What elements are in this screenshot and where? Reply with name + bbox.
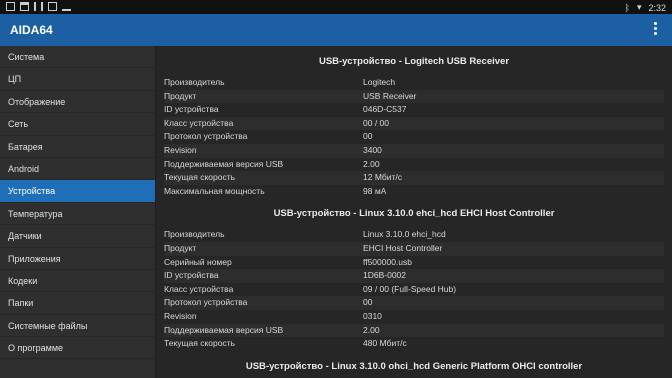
property-row: Серийный номер ff500000.usb [164,256,664,270]
sidebar-item[interactable]: Батарея [0,136,155,158]
property-value: 2.00 [363,324,380,335]
property-row: Текущая скорость 12 Мбит/с [164,171,664,185]
property-table: Производитель Linux 3.10.0 ehci_hcd Продук… [156,226,672,350]
property-name: Revision [164,144,197,155]
property-row: Класс устройства 09 / 00 (Full-Speed Hub) [164,283,664,297]
property-value: 046D-C537 [363,104,407,115]
property-name: Класс устройства [164,117,234,128]
sidebar-item[interactable]: Температура [0,203,155,226]
property-value: USB Receiver [363,90,417,101]
property-name: Максимальная мощность [164,185,265,196]
property-value: 1D6B-0002 [363,270,407,281]
bag-icon [20,2,29,11]
property-row: Поддерживаемая версия USB 2.00 [164,323,664,338]
property-value: Logitech [363,77,396,87]
usb-icon [34,2,43,11]
property-row: Поддерживаемая версия USB 2.00 [164,158,664,172]
property-value: 00 [363,297,373,308]
app-bar: AIDA64 [0,14,672,46]
sidebar: Система ЦП Отображение Сеть Батарея Android Ус… [0,46,155,378]
property-name: Поддерживаемая версия USB [164,158,284,169]
screen-icon [6,2,15,11]
status-time: 2:32 [648,2,666,13]
property-name: Поддерживаемая версия USB [164,324,284,335]
property-name: Текущая скорость [164,172,236,183]
property-row: ID устройства 1D6B-0002 [164,269,664,283]
sidebar-item[interactable]: Устройства [0,180,155,203]
property-value: 00 / 00 [363,117,389,128]
sidebar-item[interactable]: Кодеки [0,270,155,293]
property-value: 2.00 [363,158,380,169]
property-value: 0310 [363,310,382,321]
property-value: EHCI Host Controller [363,242,443,253]
property-name: Производитель [164,229,225,240]
property-value: 3400 [363,144,382,155]
property-name: Производитель [164,77,225,87]
property-name: Протокол устройства [164,131,248,142]
property-row: ID устройства 046D-C537 [164,103,664,117]
sidebar-item[interactable]: Android [0,158,155,181]
section-title: USB-устройство - Linux 3.10.0 ehci_hcd E… [273,208,555,220]
status-bar: ᛒ ▾ 2:32 [0,0,672,14]
overflow-menu-icon[interactable] [652,22,658,38]
sidebar-item[interactable]: Папки [0,292,155,315]
property-name: Текущая скорость [164,338,236,349]
property-name: Класс устройства [164,283,234,294]
property-name: ID устройства [164,270,219,281]
app-title: AIDA64 [10,23,53,37]
property-value: 12 Мбит/с [363,172,403,183]
property-row: Максимальная мощность 98 мА [164,185,664,199]
section-title: USB-устройство - Logitech USB Receiver [318,56,510,67]
property-row: Протокол устройства 00 [164,130,664,144]
property-name: Продукт [164,90,197,101]
status-left-icons [6,2,71,11]
sidebar-item[interactable]: Приложения [0,248,155,270]
property-value: 00 [363,131,373,142]
section-title: USB-устройство - Linux 3.10.0 ohci_hcd G… [245,360,583,372]
sidebar-item[interactable]: Датчики [0,225,155,248]
property-row: Текущая скорость 480 Мбит/с [164,337,664,351]
image-icon [48,2,57,11]
wifi-icon: ▾ [636,2,642,12]
property-row: Протокол устройства 00 [164,296,664,310]
property-name: ID устройства [164,104,219,115]
property-row: Производитель Logitech [164,76,664,90]
property-table: Производитель Logitech Продукт USB Receiver… [156,74,672,198]
property-value: ff500000.usb [363,256,412,267]
property-value: 09 / 00 (Full-Speed Hub) [363,283,457,294]
property-name: Серийный номер [164,256,232,267]
sidebar-item[interactable]: Системные файлы [0,315,155,338]
property-row: Продукт EHCI Host Controller [164,241,664,256]
property-name: Revision [164,310,197,321]
status-right: ᛒ ▾ 2:32 [625,2,666,13]
sidebar-item[interactable]: Система [0,46,155,69]
property-row: Revision 3400 [164,143,664,158]
property-name: Продукт [164,242,197,253]
bluetooth-icon: ᛒ [624,2,630,13]
download-icon [62,2,71,11]
property-value: 98 мА [363,185,387,196]
property-name: Протокол устройства [164,297,248,308]
property-row: Revision 0310 [164,310,664,324]
property-row: Класс устройства 00 / 00 [164,116,664,131]
property-value: 480 Мбит/с [363,338,407,349]
property-value: Linux 3.10.0 ehci_hcd [363,229,446,240]
device-details[interactable]: USB-устройство - Logitech USB Receiver Пр… [156,46,672,378]
sidebar-item[interactable]: Сеть [0,113,155,136]
property-row: Продукт USB Receiver [164,89,664,104]
sidebar-item[interactable]: О программе [0,337,155,360]
sidebar-item[interactable]: Отображение [0,91,155,114]
property-row: Производитель Linux 3.10.0 ehci_hcd [164,228,664,242]
sidebar-item[interactable]: ЦП [0,68,155,91]
